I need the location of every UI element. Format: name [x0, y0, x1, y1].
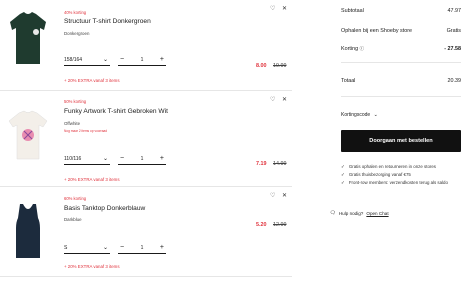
price-new: 8.00: [256, 63, 267, 69]
price-new: 5.20: [256, 222, 267, 228]
cart-item: 50% korting Funky Artwork T-shirt Gebrok…: [0, 91, 292, 185]
help-text: Hulp nodig?: [338, 210, 364, 216]
chevron-down-icon: ⌄: [373, 112, 378, 118]
discount-label: 60% korting: [64, 196, 87, 201]
product-image-green-shirt[interactable]: [6, 8, 50, 68]
perk-text: Front-row members: verzendkosten terug a…: [348, 180, 448, 185]
info-icon[interactable]: ⓘ: [360, 46, 364, 51]
divider: [0, 276, 292, 277]
quantity-value: 1: [140, 156, 144, 162]
cart-item: 40% korting Structuur T-shirt Donkergroe…: [0, 0, 292, 90]
discount-label: 40% korting: [64, 10, 87, 15]
price-old: 14.99: [273, 161, 287, 167]
discount-label: Korting ⓘ: [341, 46, 364, 52]
perk-text: Gratis ophalen en retourneren in onze st…: [348, 164, 436, 169]
check-icon: ✓: [341, 164, 345, 169]
product-image-white-tshirt[interactable]: [6, 105, 50, 165]
summary-divider: [341, 96, 461, 97]
perk-item: ✓ Gratis ophalen en retourneren in onze …: [341, 164, 466, 170]
price-new: 7.19: [256, 161, 267, 167]
chat-icon: 🗨: [330, 210, 336, 215]
total-row: Totaal 20.39: [341, 78, 461, 84]
price-old: 19.99: [273, 63, 287, 69]
product-color: Offwhite: [64, 121, 81, 126]
subtotal-row: Subtotaal 47.97: [341, 8, 461, 14]
check-icon: ✓: [341, 172, 345, 177]
stock-note: Nog maar 2 items op voorraad: [64, 129, 108, 133]
quantity-stepper[interactable]: − 1 +: [118, 244, 166, 254]
size-select[interactable]: 158/164 ⌄: [64, 56, 110, 66]
quantity-stepper[interactable]: − 1 +: [118, 56, 166, 66]
subtotal-label: Subtotaal: [341, 8, 364, 14]
price-old: 12.99: [273, 222, 287, 228]
help-chat: 🗨 Hulp nodig? Open Chat: [330, 210, 389, 216]
quantity-value: 1: [140, 57, 144, 63]
close-icon[interactable]: ✕: [282, 5, 287, 12]
chevron-down-icon: ⌄: [102, 57, 108, 63]
size-value: 110/116: [64, 156, 82, 162]
close-icon[interactable]: ✕: [282, 96, 287, 103]
checkout-button[interactable]: Doorgaan met bestellen: [341, 130, 461, 152]
discount-value: - 27.58: [444, 46, 461, 52]
discount-row: Korting ⓘ - 27.58: [341, 46, 461, 52]
total-value: 20.39: [447, 78, 462, 84]
check-icon: ✓: [341, 180, 345, 185]
heart-icon[interactable]: ♡: [270, 192, 275, 199]
cart-list: 40% korting Structuur T-shirt Donkergroe…: [0, 0, 292, 281]
product-image-blue-tank[interactable]: [6, 201, 50, 261]
promo-label: Kortingscode: [341, 112, 371, 118]
close-icon[interactable]: ✕: [282, 192, 287, 199]
size-value: 158/164: [64, 57, 83, 63]
product-name[interactable]: Basis Tanktop Donkerblauw: [64, 205, 145, 212]
subtotal-value: 47.97: [447, 8, 462, 14]
heart-icon[interactable]: ♡: [270, 5, 275, 12]
pickup-value: Gratis: [446, 28, 461, 34]
size-value: S: [64, 245, 68, 251]
plus-icon[interactable]: +: [160, 244, 164, 252]
quantity-value: 1: [140, 245, 144, 251]
total-label: Totaal: [341, 78, 356, 84]
perk-text: Gratis thuisbezorging vanaf €75: [348, 172, 411, 177]
extra-discount-note: + 20% EXTRA vanaf 3 items: [64, 264, 120, 269]
perk-item: ✓ Gratis thuisbezorging vanaf €75: [341, 172, 466, 178]
size-select[interactable]: 110/116 ⌄: [64, 155, 110, 165]
chevron-down-icon: ⌄: [102, 156, 108, 162]
cart-item: 60% korting Basis Tanktop Donkerblauw Da…: [0, 187, 292, 277]
discount-label: 50% korting: [64, 99, 87, 104]
product-name[interactable]: Funky Artwork T-shirt Gebroken Wit: [64, 108, 168, 115]
product-name[interactable]: Structuur T-shirt Donkergroen: [64, 18, 151, 25]
summary-divider: [341, 62, 461, 63]
quantity-stepper[interactable]: − 1 +: [118, 155, 166, 165]
plus-icon[interactable]: +: [160, 56, 164, 64]
product-color: Darkblue: [64, 217, 82, 222]
plus-icon[interactable]: +: [160, 155, 164, 163]
extra-discount-note: + 20% EXTRA vanaf 3 items: [64, 78, 120, 83]
pickup-row: Ophalen bij een Shoeby store Gratis: [341, 28, 461, 34]
open-chat-link[interactable]: Open Chat: [366, 211, 388, 216]
perk-item: ✓ Front-row members: verzendkosten terug…: [341, 180, 466, 186]
size-select[interactable]: S ⌄: [64, 244, 110, 254]
promo-code-toggle[interactable]: Kortingscode ⌄: [341, 112, 378, 118]
extra-discount-note: + 20% EXTRA vanaf 3 items: [64, 177, 120, 182]
pickup-label: Ophalen bij een Shoeby store: [341, 28, 413, 34]
product-color: Donkergroen: [64, 31, 90, 36]
chevron-down-icon: ⌄: [102, 245, 108, 251]
heart-icon[interactable]: ♡: [270, 96, 275, 103]
